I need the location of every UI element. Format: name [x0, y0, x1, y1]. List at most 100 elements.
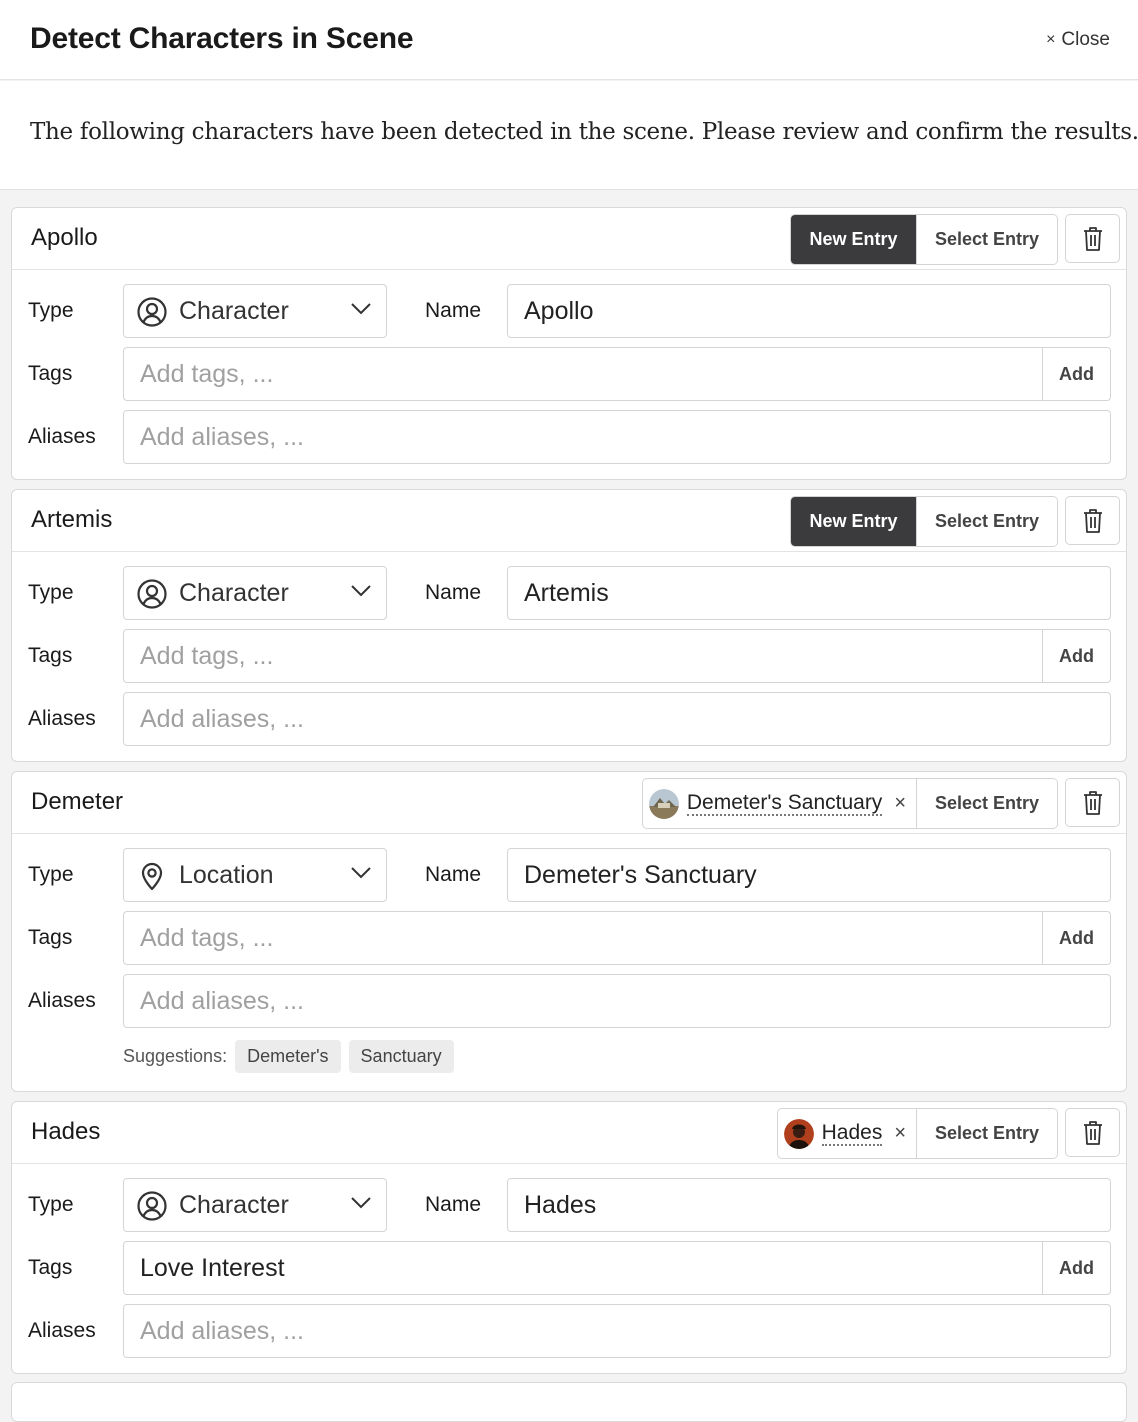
- chevron-down-icon: [351, 1197, 371, 1209]
- entry-mode-toggle: Demeter's Sanctuary × Select Entry: [641, 778, 1058, 829]
- linked-entry-name: Hades: [821, 1121, 883, 1147]
- linked-entry-chip[interactable]: Demeter's Sanctuary ×: [643, 779, 916, 828]
- chevron-down-icon: [351, 867, 371, 879]
- card-header: Artemis New Entry Select Entry: [12, 490, 1126, 552]
- add-tag-button[interactable]: Add: [1043, 912, 1110, 964]
- user-circle-icon: [137, 1191, 167, 1221]
- type-value: Character: [179, 579, 289, 607]
- type-select[interactable]: Character: [123, 284, 387, 338]
- dialog-header: Detect Characters in Scene × Close: [0, 0, 1138, 80]
- type-label: Type: [28, 299, 74, 322]
- entry-card-artemis: Artemis New Entry Select Entry Type Char…: [11, 489, 1127, 762]
- name-input[interactable]: [507, 1178, 1111, 1232]
- suggestion-chip[interactable]: Demeter's: [235, 1040, 341, 1073]
- name-label: Name: [425, 863, 482, 886]
- user-circle-icon: [137, 579, 167, 609]
- tags-field: Add: [123, 347, 1111, 401]
- tags-field: Add: [123, 911, 1111, 965]
- dialog-title: Detect Characters in Scene: [30, 22, 414, 55]
- delete-button[interactable]: [1065, 1108, 1120, 1157]
- suggestion-chip[interactable]: Sanctuary: [348, 1040, 454, 1073]
- chevron-down-icon: [351, 585, 371, 597]
- aliases-label: Aliases: [28, 989, 96, 1012]
- trash-icon: [1083, 508, 1102, 533]
- intro-text: The following characters have been detec…: [30, 119, 1138, 145]
- trash-icon: [1083, 226, 1102, 251]
- card-header: Apollo New Entry Select Entry: [12, 208, 1126, 270]
- linked-entry-name: Demeter's Sanctuary: [686, 791, 883, 817]
- type-label: Type: [28, 581, 74, 604]
- card-title: Apollo: [31, 224, 98, 251]
- card-title: Artemis: [31, 506, 113, 533]
- type-value: Character: [179, 297, 289, 325]
- aliases-label: Aliases: [28, 1319, 96, 1342]
- entry-card-apollo: Apollo New Entry Select Entry Type Chara…: [11, 207, 1127, 480]
- entry-card-hades: Hades Hades × Select Entry Type Characte…: [11, 1101, 1127, 1374]
- name-label: Name: [425, 581, 482, 604]
- card-title: Demeter: [31, 788, 124, 815]
- tags-label: Tags: [28, 644, 73, 667]
- card-title: Hades: [31, 1118, 101, 1145]
- entry-card-demeter: Demeter Demeter's Sanctuary × Select Ent…: [11, 771, 1127, 1092]
- unlink-icon[interactable]: ×: [894, 1122, 906, 1145]
- map-pin-icon: [141, 862, 163, 891]
- suggestions-label: Suggestions:: [123, 1046, 228, 1066]
- trash-icon: [1083, 790, 1102, 815]
- select-entry-button[interactable]: Select Entry: [916, 497, 1057, 546]
- tags-input[interactable]: [124, 1242, 1043, 1294]
- add-tag-button[interactable]: Add: [1043, 348, 1110, 400]
- aliases-input[interactable]: [123, 974, 1111, 1028]
- new-entry-button[interactable]: New Entry: [791, 215, 916, 264]
- type-label: Type: [28, 1193, 74, 1216]
- chevron-down-icon: [351, 303, 371, 315]
- type-select[interactable]: Character: [123, 566, 387, 620]
- type-select[interactable]: Location: [123, 848, 387, 902]
- select-entry-button[interactable]: Select Entry: [916, 215, 1057, 264]
- entry-mode-toggle: New Entry Select Entry: [790, 214, 1058, 265]
- card-header: Hades Hades × Select Entry: [12, 1102, 1126, 1164]
- type-label: Type: [28, 863, 74, 886]
- location-thumbnail-icon: [648, 788, 679, 819]
- aliases-input[interactable]: [123, 410, 1111, 464]
- aliases-label: Aliases: [28, 425, 96, 448]
- user-circle-icon: [137, 297, 167, 327]
- type-value: Character: [179, 1191, 289, 1219]
- close-label: Close: [1061, 29, 1110, 50]
- tags-label: Tags: [28, 1256, 73, 1279]
- unlink-icon[interactable]: ×: [894, 792, 906, 815]
- tags-input[interactable]: [124, 348, 1043, 400]
- delete-button[interactable]: [1065, 778, 1120, 827]
- delete-button[interactable]: [1065, 214, 1120, 263]
- card-header: Demeter Demeter's Sanctuary × Select Ent…: [12, 772, 1126, 834]
- name-input[interactable]: [507, 848, 1111, 902]
- tags-field: Add: [123, 629, 1111, 683]
- type-select[interactable]: Character: [123, 1178, 387, 1232]
- name-label: Name: [425, 299, 482, 322]
- add-tag-button[interactable]: Add: [1043, 1242, 1110, 1294]
- type-value: Location: [179, 861, 274, 889]
- tags-label: Tags: [28, 926, 73, 949]
- name-input[interactable]: [507, 566, 1111, 620]
- tags-input[interactable]: [124, 630, 1043, 682]
- entry-card-partial: [11, 1382, 1127, 1422]
- tags-field: Add: [123, 1241, 1111, 1295]
- linked-entry-chip[interactable]: Hades ×: [778, 1109, 916, 1158]
- trash-icon: [1083, 1120, 1102, 1145]
- intro-panel: The following characters have been detec…: [0, 81, 1138, 190]
- new-entry-button[interactable]: New Entry: [791, 497, 916, 546]
- delete-button[interactable]: [1065, 496, 1120, 545]
- select-entry-button[interactable]: Select Entry: [916, 1109, 1057, 1158]
- entry-mode-toggle: New Entry Select Entry: [790, 496, 1058, 547]
- avatar-icon: [783, 1118, 814, 1149]
- close-button[interactable]: × Close: [1046, 29, 1110, 51]
- tags-input[interactable]: [124, 912, 1043, 964]
- select-entry-button[interactable]: Select Entry: [916, 779, 1057, 828]
- close-icon: ×: [1046, 31, 1056, 48]
- name-input[interactable]: [507, 284, 1111, 338]
- name-label: Name: [425, 1193, 482, 1216]
- tags-label: Tags: [28, 362, 73, 385]
- aliases-label: Aliases: [28, 707, 96, 730]
- add-tag-button[interactable]: Add: [1043, 630, 1110, 682]
- aliases-input[interactable]: [123, 692, 1111, 746]
- aliases-input[interactable]: [123, 1304, 1111, 1358]
